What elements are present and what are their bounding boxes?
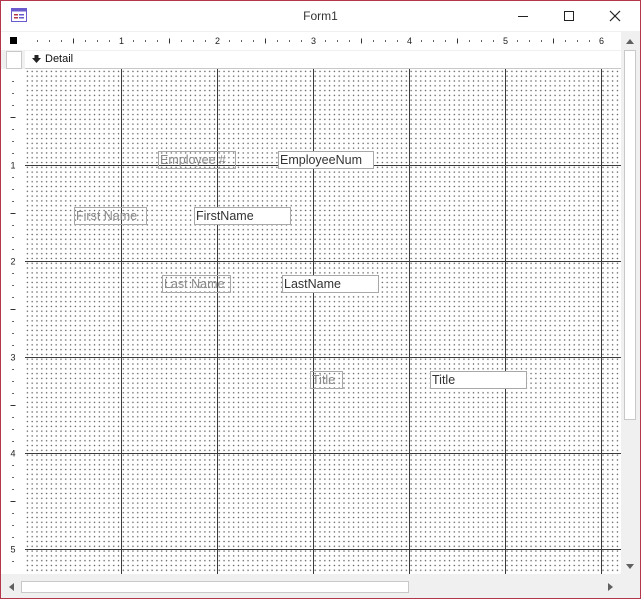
first-name-textbox[interactable]: FirstName — [194, 207, 291, 225]
scroll-left-button[interactable] — [3, 579, 19, 595]
form-selector[interactable] — [1, 32, 25, 50]
ruler-label: 5 — [503, 36, 508, 46]
section-selector[interactable] — [6, 51, 22, 69]
horizontal-ruler-scale: 1 2 3 4 5 6 — [37, 36, 604, 46]
grid-line — [25, 549, 621, 550]
scroll-down-button[interactable] — [622, 559, 638, 575]
ruler-label: 4 — [10, 449, 15, 459]
form-design-window: Form1 1 2 3 4 5 6 Detail 1 2 3 4 5 Employee # Emp… — [0, 0, 641, 599]
scroll-up-button[interactable] — [622, 33, 638, 49]
title-label[interactable]: Title — [310, 371, 343, 389]
ruler-label: 3 — [311, 36, 316, 46]
grid-line — [25, 261, 621, 262]
section-label: Detail — [45, 53, 74, 65]
ruler-label: 2 — [215, 36, 220, 46]
grid-line — [217, 69, 218, 574]
close-icon — [609, 10, 621, 22]
minimize-button[interactable] — [500, 1, 546, 31]
detail-design-grid[interactable]: Employee # EmployeeNum First Name FirstN… — [25, 69, 621, 574]
grid-line — [505, 69, 506, 574]
ruler-label: 5 — [10, 545, 15, 555]
title-textbox[interactable]: Title — [430, 371, 527, 389]
maximize-icon — [564, 11, 574, 21]
grid-line — [25, 357, 621, 358]
minimize-icon — [518, 16, 528, 17]
ruler-label: 1 — [10, 161, 15, 171]
vertical-ruler-scale: 1 2 3 4 5 — [10, 81, 16, 562]
chevron-left-icon — [9, 583, 14, 591]
horizontal-ruler[interactable]: 1 2 3 4 5 6 — [25, 32, 635, 50]
chevron-up-icon — [626, 39, 634, 44]
title-bar: Form1 — [1, 1, 640, 31]
grid-line — [601, 69, 602, 574]
chevron-right-icon — [608, 583, 613, 591]
grid-line — [121, 69, 122, 574]
vertical-scroll-thumb[interactable] — [624, 50, 636, 420]
vertical-scrollbar[interactable] — [621, 32, 639, 577]
detail-section-bar[interactable]: Detail — [25, 51, 621, 69]
last-name-textbox[interactable]: LastName — [282, 275, 379, 293]
vertical-ruler[interactable]: 1 2 3 4 5 — [1, 69, 25, 574]
grid-line — [313, 69, 314, 574]
ruler-label: 6 — [599, 36, 604, 46]
size-grip — [621, 578, 639, 596]
maximize-button[interactable] — [546, 1, 592, 31]
horizontal-scrollbar[interactable] — [1, 578, 621, 596]
horizontal-scroll-thumb[interactable] — [21, 581, 409, 593]
ruler-label: 4 — [407, 36, 412, 46]
ruler-label: 3 — [10, 353, 15, 363]
chevron-down-icon — [626, 564, 634, 569]
grid-line — [409, 69, 410, 574]
grid-line — [25, 453, 621, 454]
close-button[interactable] — [592, 1, 638, 31]
employee-label[interactable]: Employee # — [158, 151, 236, 169]
last-name-label[interactable]: Last Name — [162, 275, 231, 293]
employee-num-textbox[interactable]: EmployeeNum — [278, 151, 374, 169]
ruler-label: 2 — [10, 257, 15, 267]
ruler-label: 1 — [119, 36, 124, 46]
scroll-right-button[interactable] — [603, 579, 619, 595]
first-name-label[interactable]: First Name — [74, 207, 147, 225]
